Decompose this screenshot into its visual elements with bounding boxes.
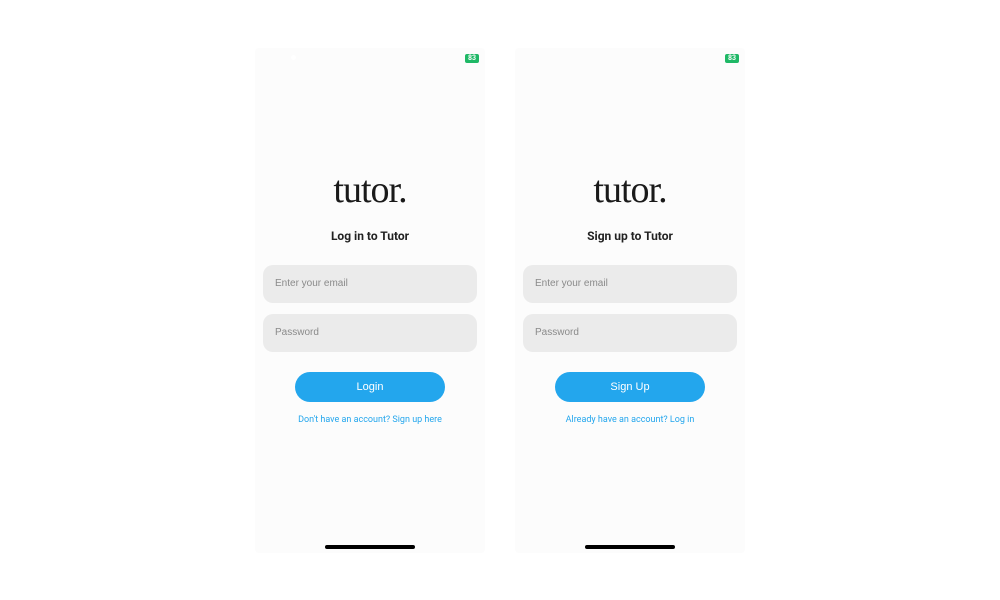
email-field[interactable] xyxy=(263,265,477,303)
battery-badge: 83 xyxy=(465,54,479,63)
login-screen: 83 tutor. Log in to Tutor Login Don't ha… xyxy=(255,48,485,553)
page-title: Log in to Tutor xyxy=(331,229,409,243)
status-dot-icon xyxy=(291,55,296,60)
login-link[interactable]: Already have an account? Log in xyxy=(566,415,695,425)
login-button[interactable]: Login xyxy=(295,372,445,402)
app-logo: tutor. xyxy=(593,171,666,209)
signup-link[interactable]: Don't have an account? Sign up here xyxy=(298,415,442,425)
status-bar: 83 xyxy=(515,48,745,66)
signup-button[interactable]: Sign Up xyxy=(555,372,705,402)
page-title: Sign up to Tutor xyxy=(587,229,673,243)
app-logo: tutor. xyxy=(333,171,406,209)
home-indicator-icon xyxy=(585,545,675,549)
home-indicator-icon xyxy=(325,545,415,549)
password-field[interactable] xyxy=(263,314,477,352)
battery-badge: 83 xyxy=(725,54,739,63)
signup-screen: 83 tutor. Sign up to Tutor Sign Up Alrea… xyxy=(515,48,745,553)
password-field[interactable] xyxy=(523,314,737,352)
status-bar: 83 xyxy=(255,48,485,66)
email-field[interactable] xyxy=(523,265,737,303)
